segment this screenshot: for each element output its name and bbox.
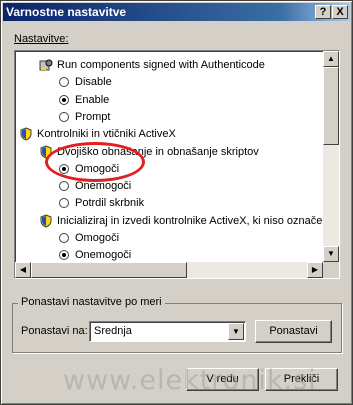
scroll-up-icon[interactable]: ▲ xyxy=(323,51,339,67)
radio-unchecked-icon[interactable] xyxy=(59,111,69,122)
highlight-ellipse xyxy=(45,142,145,182)
horizontal-scrollbar[interactable]: ◀ ▶ xyxy=(15,262,323,278)
watermark: www.elektronik.si xyxy=(63,365,317,396)
reset-button[interactable]: Ponastavi xyxy=(255,320,332,343)
settings-label: Nastavitve: xyxy=(14,33,69,45)
help-button[interactable]: ? xyxy=(315,5,331,19)
title-bar: Varnostne nastavitve ? X xyxy=(3,3,350,21)
security-settings-dialog: Varnostne nastavitve ? X Nastavitve: Run… xyxy=(0,0,353,405)
window-title: Varnostne nastavitve xyxy=(6,5,127,19)
radio-checked-icon[interactable] xyxy=(59,94,69,105)
scroll-right-icon[interactable]: ▶ xyxy=(307,262,323,278)
scroll-down-icon[interactable]: ▼ xyxy=(323,246,339,262)
item-label: Prompt xyxy=(75,110,111,123)
chevron-down-icon[interactable]: ▼ xyxy=(228,323,244,340)
item-label: Omogoči xyxy=(75,232,120,244)
horizontal-scroll-thumb[interactable] xyxy=(31,262,187,278)
item-label: Potrdil skrbnik xyxy=(75,197,145,210)
radio-unchecked-icon[interactable] xyxy=(59,77,69,88)
scroll-left-icon[interactable]: ◀ xyxy=(15,262,31,278)
item-label: Inicializiraj in izvedi kontrolnike Acti… xyxy=(57,214,329,227)
close-button[interactable]: X xyxy=(332,5,348,19)
radio-unchecked-icon[interactable] xyxy=(59,198,69,209)
radio-unchecked-icon[interactable] xyxy=(59,233,69,243)
reset-level-select[interactable]: Srednja ▼ xyxy=(89,321,246,342)
radio-unchecked-icon[interactable] xyxy=(59,181,69,192)
reset-to-label: Ponastavi na: xyxy=(21,325,88,337)
vertical-scroll-thumb[interactable] xyxy=(323,67,339,145)
item-label: Enable xyxy=(75,93,110,106)
reset-level-value: Srednja xyxy=(94,325,132,337)
item-label: Run components signed with Authenticode xyxy=(57,59,265,71)
item-label: Disable xyxy=(75,76,112,89)
custom-settings-group-label: Ponastavi nastavitve po meri xyxy=(18,296,165,308)
vertical-scrollbar[interactable]: ▲ ▼ xyxy=(323,51,339,262)
shield-icon xyxy=(20,127,32,141)
gear-icon xyxy=(39,59,53,71)
item-label: Onemogoči xyxy=(75,249,132,262)
radio-checked-icon[interactable] xyxy=(59,250,69,261)
item-label: Kontrolniki in vtičniki ActiveX xyxy=(37,128,176,141)
shield-icon xyxy=(40,214,52,228)
scrollbar-corner xyxy=(323,262,339,278)
